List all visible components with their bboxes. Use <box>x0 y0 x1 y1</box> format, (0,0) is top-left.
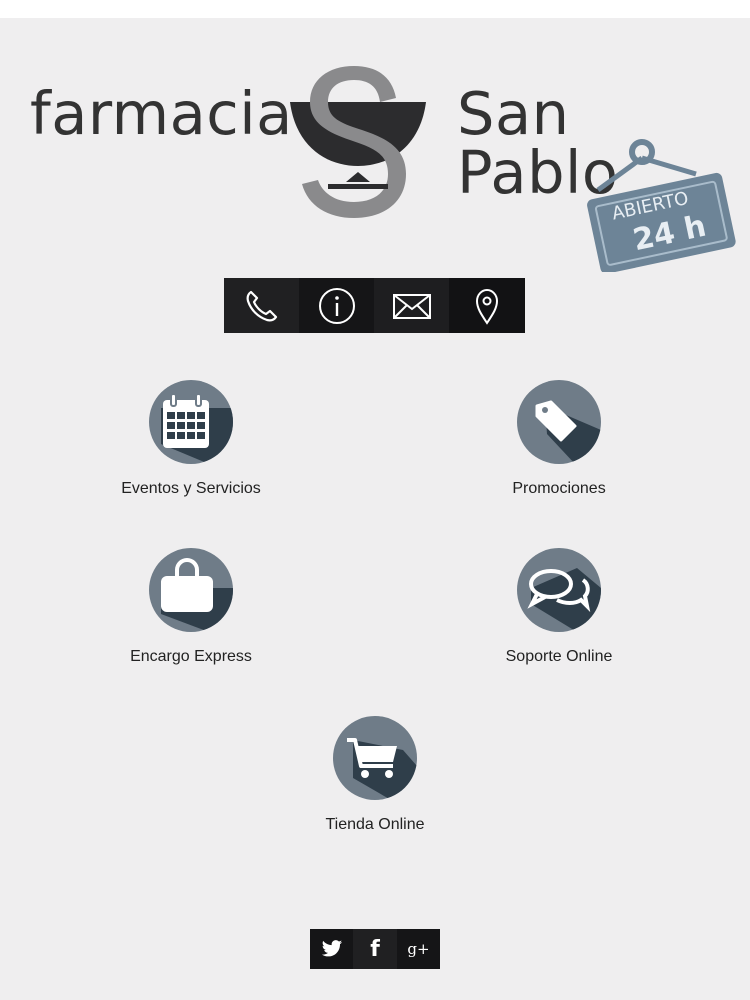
brand-word-left: farmacia <box>30 79 293 148</box>
info-button[interactable] <box>299 278 374 333</box>
calendar-icon <box>163 393 209 448</box>
menu-item-encargo[interactable]: Encargo Express <box>81 548 301 666</box>
encargo-label: Encargo Express <box>130 648 252 665</box>
promociones-label: Promociones <box>512 480 606 497</box>
facebook-button[interactable]: f <box>353 929 397 969</box>
twitter-icon <box>321 940 342 957</box>
eventos-circle <box>149 380 233 464</box>
contact-bar <box>224 278 525 333</box>
location-pin-icon <box>475 288 498 325</box>
menu-item-soporte[interactable]: Soporte Online <box>449 548 669 666</box>
location-button[interactable] <box>449 278 524 333</box>
phone-icon <box>246 290 277 321</box>
soporte-label: Soporte Online <box>505 648 613 665</box>
shopping-bag-icon <box>161 557 213 612</box>
menu-item-promociones[interactable]: Promociones <box>449 380 669 498</box>
menu-item-eventos[interactable]: Eventos y Servicios <box>81 380 301 498</box>
googleplus-button[interactable]: g+ <box>397 929 440 969</box>
soporte-circle <box>517 548 601 632</box>
open-24h-sign: ABIERTO 24 h <box>578 132 738 272</box>
twitter-button[interactable] <box>310 929 353 969</box>
status-bar <box>0 0 750 18</box>
info-icon <box>318 287 355 324</box>
encargo-circle <box>149 548 233 632</box>
email-button[interactable] <box>374 278 449 333</box>
tienda-label: Tienda Online <box>325 816 425 833</box>
eventos-label: Eventos y Servicios <box>121 480 261 497</box>
tienda-circle <box>333 716 417 800</box>
social-bar: f g+ <box>310 929 440 969</box>
pharmacy-logo-mark <box>290 66 426 218</box>
mail-icon <box>392 293 431 319</box>
call-button[interactable] <box>224 278 299 333</box>
promociones-circle <box>517 380 601 464</box>
menu-item-tienda[interactable]: Tienda Online <box>265 716 485 834</box>
